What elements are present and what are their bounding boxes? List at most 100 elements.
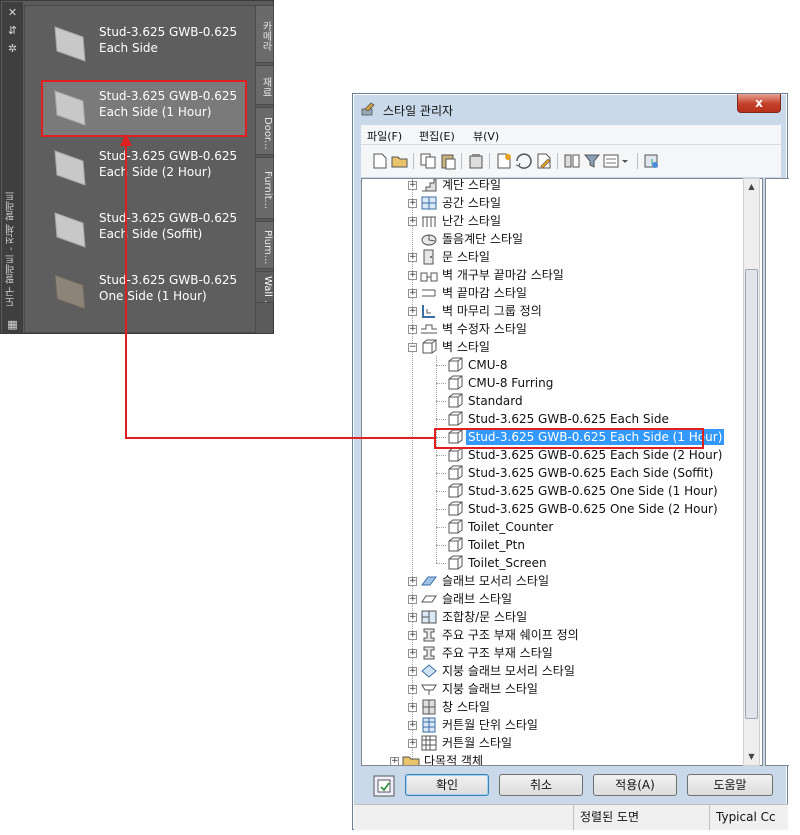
tool-item[interactable]: Stud-3.625 GWB-0.625 Each Side (2 Hour) <box>41 138 246 196</box>
tree-item-category[interactable]: + 문 스타일 <box>362 248 742 266</box>
scroll-down-icon[interactable]: ▼ <box>744 749 759 765</box>
copy-icon[interactable] <box>419 152 437 170</box>
tree-item-category[interactable]: + 슬래브 모서리 스타일 <box>362 572 742 590</box>
palette-tab[interactable]: Wall ... <box>256 271 274 303</box>
expand-icon[interactable]: + <box>408 307 417 316</box>
tree-item-category[interactable]: + 주요 구조 부재 스타일 <box>362 644 742 662</box>
member-style-icon <box>423 646 435 660</box>
purge-icon[interactable] <box>467 152 485 170</box>
palette-tab[interactable]: Door... <box>256 107 274 155</box>
tree-item-category[interactable]: + 계단 스타일 <box>362 179 742 194</box>
tree-item-wall-style[interactable]: Stud-3.625 GWB-0.625 Each Side (Soffit) <box>362 464 742 482</box>
paste-icon[interactable] <box>439 152 457 170</box>
tree-item-wall-style[interactable]: Toilet_Ptn <box>362 536 742 554</box>
help-icon[interactable] <box>643 152 661 170</box>
properties-icon[interactable]: ✲ <box>2 42 23 56</box>
wall-style-icon <box>448 465 463 480</box>
expand-icon[interactable]: + <box>408 721 417 730</box>
tree-item-label: CMU-8 Furring <box>468 376 554 390</box>
tree-item-category[interactable]: + 난간 스타일 <box>362 212 742 230</box>
tree-item-category[interactable]: + 조합창/문 스타일 <box>362 608 742 626</box>
tree-item-category[interactable]: + 공간 스타일 <box>362 194 742 212</box>
edit-style-icon[interactable] <box>535 152 553 170</box>
tree-item-wall-style[interactable]: Standard <box>362 392 742 410</box>
tree-item-category[interactable]: + 벽 개구부 끝마감 스타일 <box>362 266 742 284</box>
palette-menu-icon[interactable]: ▦ <box>2 318 23 332</box>
expand-icon[interactable]: + <box>408 613 417 622</box>
new-style-icon[interactable] <box>495 152 513 170</box>
tool-item[interactable]: Stud-3.625 GWB-0.625 One Side (1 Hour) <box>41 262 246 320</box>
expand-icon[interactable]: + <box>390 757 399 765</box>
tree-item-wall-style[interactable]: CMU-8 <box>362 356 742 374</box>
close-button[interactable]: x <box>737 94 781 113</box>
autohide-icon[interactable]: ⇵ <box>2 24 23 38</box>
tool-item[interactable]: Stud-3.625 GWB-0.625 Each Side (Soffit) <box>41 200 246 258</box>
tool-item[interactable]: Stud-3.625 GWB-0.625 Each Side <box>41 14 246 72</box>
tree-item-category[interactable]: + 벽 수정자 스타일 <box>362 320 742 338</box>
expand-icon[interactable]: + <box>408 217 417 226</box>
menu-edit[interactable]: 편집(E) <box>419 128 455 144</box>
tool-label-line2: Each Side <box>99 41 158 55</box>
title-bar[interactable]: 스타일 관리자 x <box>353 94 787 124</box>
tree-scrollbar[interactable]: ▲ ▼ <box>743 178 760 766</box>
tree-item-category[interactable]: + 슬래브 스타일 <box>362 590 742 608</box>
open-drawing-icon[interactable] <box>391 152 409 170</box>
tree-item-wall-style[interactable]: CMU-8 Furring <box>362 374 742 392</box>
tree-item-category[interactable]: − 벽 스타일 <box>362 338 742 356</box>
palette-tab[interactable]: Furnit... <box>256 157 274 219</box>
tree-item-wall-style[interactable]: Stud-3.625 GWB-0.625 One Side (1 Hour) <box>362 482 742 500</box>
menu-view[interactable]: 뷰(V) <box>473 128 499 144</box>
menu-file[interactable]: 파일(F) <box>367 128 402 144</box>
tree-item-category[interactable]: + 지붕 슬래브 스타일 <box>362 680 742 698</box>
new-drawing-icon[interactable] <box>371 152 389 170</box>
palette-tab[interactable]: Plum... <box>256 221 274 269</box>
tree-item-label: 커튼월 스타일 <box>442 736 513 750</box>
expand-icon[interactable]: + <box>408 685 417 694</box>
apply-button[interactable]: 적용(A) <box>593 774 677 796</box>
expand-icon[interactable]: + <box>408 181 417 190</box>
tree-item-wall-style[interactable]: Stud-3.625 GWB-0.625 One Side (2 Hour) <box>362 500 742 518</box>
tree-item-category[interactable]: + 다목적 객체 <box>362 752 742 765</box>
palette-titlebar[interactable]: ✕ ⇵ ✲ 도구 팔레트 - 전체 팔레트 ▦ <box>2 2 23 333</box>
scroll-up-icon[interactable]: ▲ <box>744 179 759 195</box>
expand-icon[interactable]: + <box>408 649 417 658</box>
expand-icon[interactable]: + <box>408 271 417 280</box>
tree-item-category[interactable]: + 커튼월 단위 스타일 <box>362 716 742 734</box>
tree-item-category[interactable]: + 지붕 슬래브 모서리 스타일 <box>362 662 742 680</box>
drawing-sort-icon[interactable] <box>373 775 395 797</box>
expand-icon[interactable]: + <box>408 325 417 334</box>
tree-item-wall-style[interactable]: Stud-3.625 GWB-0.625 Each Side <box>362 410 742 428</box>
palette-tab[interactable]: 재료 <box>256 65 274 105</box>
expand-icon[interactable]: + <box>408 703 417 712</box>
folder-icon <box>402 756 420 765</box>
tree-item-category[interactable]: + 벽 마무리 그룹 정의 <box>362 302 742 320</box>
tree-guide-line <box>436 356 437 563</box>
cancel-button[interactable]: 취소 <box>499 774 583 796</box>
ok-button[interactable]: 확인 <box>405 774 489 796</box>
set-from-icon[interactable] <box>515 152 533 170</box>
tree-item-wall-style[interactable]: Toilet_Screen <box>362 554 742 572</box>
expand-icon[interactable]: + <box>408 667 417 676</box>
tree-item-category[interactable]: 돌음계단 스타일 <box>362 230 742 248</box>
tree-item-category[interactable]: + 주요 구조 부재 쉐이프 정의 <box>362 626 742 644</box>
expand-icon[interactable]: + <box>408 289 417 298</box>
scrollbar-thumb[interactable] <box>745 269 758 719</box>
toggle-view-icon[interactable] <box>563 152 581 170</box>
help-button[interactable]: 도움말 <box>687 774 773 796</box>
expand-icon[interactable]: + <box>408 199 417 208</box>
tree-item-category[interactable]: + 창 스타일 <box>362 698 742 716</box>
expand-icon[interactable]: + <box>408 631 417 640</box>
inline-edit-dropdown-icon[interactable] <box>603 152 631 170</box>
tree-item-wall-style[interactable]: Toilet_Counter <box>362 518 742 536</box>
expand-icon[interactable]: + <box>408 253 417 262</box>
tree-item-category[interactable]: + 벽 끝마감 스타일 <box>362 284 742 302</box>
expand-icon[interactable]: + <box>408 739 417 748</box>
palette-tab[interactable]: 카메라 <box>256 5 274 63</box>
expand-icon[interactable]: + <box>408 577 417 586</box>
close-icon[interactable]: ✕ <box>2 6 23 20</box>
filter-icon[interactable] <box>583 152 601 170</box>
collapse-icon[interactable]: − <box>408 343 417 352</box>
style-tree[interactable]: + 계단 스타일 + 공간 스타일 + 난간 스타일 돌음계단 스타일 + 문 스타일 + 벽 개구… <box>361 178 763 766</box>
expand-icon[interactable]: + <box>408 595 417 604</box>
tree-item-category[interactable]: + 커튼월 스타일 <box>362 734 742 752</box>
